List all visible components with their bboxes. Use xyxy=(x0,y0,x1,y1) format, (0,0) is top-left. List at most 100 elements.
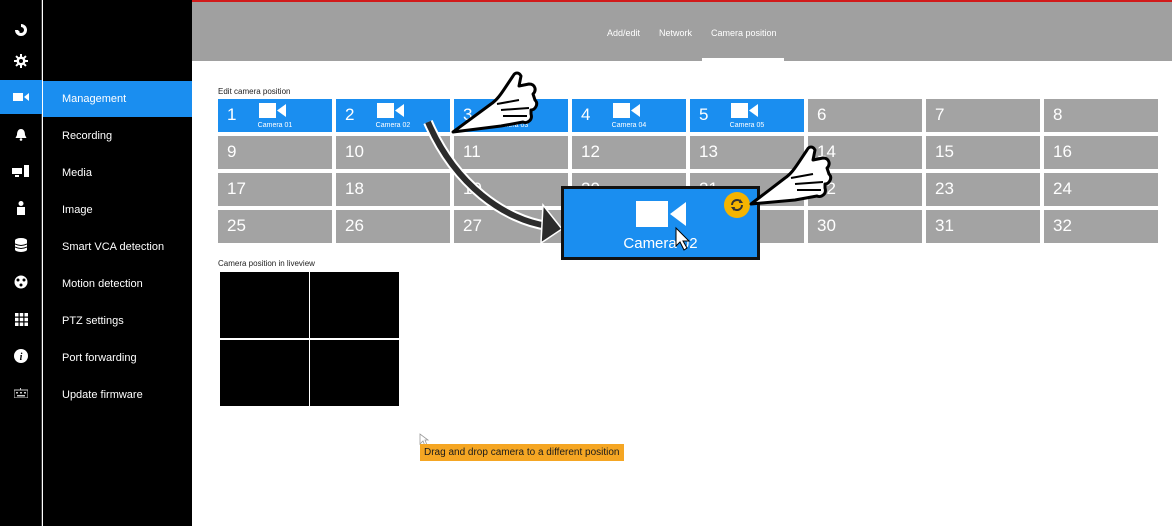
grid-cell-empty[interactable]: 31 xyxy=(926,210,1040,243)
tab-add-edit[interactable]: Add/edit xyxy=(607,28,640,38)
grid-cell-number: 24 xyxy=(1053,179,1072,198)
video-camera-icon[interactable] xyxy=(0,80,42,114)
liveview-tile[interactable] xyxy=(220,272,309,338)
grid-cell-empty[interactable]: 11 xyxy=(454,136,568,169)
menu-item-recording[interactable]: Recording xyxy=(43,118,192,154)
tab-network[interactable]: Network xyxy=(659,28,692,38)
menu-item-update-firmware[interactable]: Update firmware xyxy=(43,377,192,413)
dragged-camera-label: Camera 02 xyxy=(623,235,698,252)
menu-item-ptz-settings[interactable]: PTZ settings xyxy=(43,303,192,339)
edit-camera-position-label: Edit camera position xyxy=(218,87,291,96)
menu-item-smart-vca-detection[interactable]: Smart VCA detection xyxy=(43,229,192,265)
liveview-layout-preview xyxy=(218,270,400,407)
grid-cell-camera[interactable]: 1 Camera 01 xyxy=(218,99,332,132)
grid-cell-camera[interactable]: 3 Camera 03 xyxy=(454,99,568,132)
palette-icon[interactable] xyxy=(0,13,42,47)
network-icon[interactable] xyxy=(0,265,42,299)
grid-cell-number: 6 xyxy=(817,105,827,124)
keyboard-icon[interactable] xyxy=(0,376,42,410)
grid-cell-camera[interactable]: 2 Camera 02 xyxy=(336,99,450,132)
grid-cell-number: 19 xyxy=(463,179,482,198)
grid-cell-empty[interactable]: 23 xyxy=(926,173,1040,206)
settings-menu: Management Recording Media Image Smart V… xyxy=(43,0,192,526)
grid-cell-empty[interactable]: 24 xyxy=(1044,173,1158,206)
grid-cell-number: 9 xyxy=(227,142,237,161)
grid-cell-empty[interactable]: 25 xyxy=(218,210,332,243)
svg-text:i: i xyxy=(20,352,23,363)
grid-cell-camera[interactable]: 4 Camera 04 xyxy=(572,99,686,132)
info-icon[interactable]: i xyxy=(0,339,42,373)
grid-cell-number: 16 xyxy=(1053,142,1072,161)
grid-cell-camera-name: Camera 01 xyxy=(257,122,293,129)
grid-cell-empty[interactable]: 8 xyxy=(1044,99,1158,132)
grid-cell-number: 11 xyxy=(463,142,481,161)
grid-cell-empty[interactable]: 19 xyxy=(454,173,568,206)
gear-icon[interactable] xyxy=(0,44,42,78)
liveview-position-label: Camera position in liveview xyxy=(218,259,315,268)
menu-item-image[interactable]: Image xyxy=(43,192,192,228)
video-camera-icon xyxy=(731,103,758,118)
swap-button[interactable] xyxy=(724,192,750,218)
grid-cell-number: 32 xyxy=(1053,216,1072,235)
liveview-tile[interactable] xyxy=(220,340,309,406)
grid-cell-empty[interactable]: 16 xyxy=(1044,136,1158,169)
top-bar: Add/edit Network Camera position xyxy=(192,0,1172,61)
video-camera-icon xyxy=(495,103,522,118)
grid-cell-number: 10 xyxy=(345,142,364,161)
tab-bar: Add/edit Network Camera position xyxy=(192,0,1172,61)
grid-cell-empty[interactable]: 14 xyxy=(808,136,922,169)
grid-cell-number: 31 xyxy=(935,216,954,235)
menu-item-media[interactable]: Media xyxy=(43,155,192,191)
grid-cell-empty[interactable]: 9 xyxy=(218,136,332,169)
liveview-tile[interactable] xyxy=(310,340,399,406)
grid-cell-empty[interactable]: 7 xyxy=(926,99,1040,132)
grid-cell-number: 13 xyxy=(699,142,718,161)
grid-cell-number: 25 xyxy=(227,216,246,235)
grid-cell-number: 18 xyxy=(345,179,364,198)
grid-cell-empty[interactable]: 22 xyxy=(808,173,922,206)
grid-cell-empty[interactable]: 27 xyxy=(454,210,568,243)
database-icon[interactable] xyxy=(0,228,42,262)
person-icon[interactable] xyxy=(0,191,42,225)
grid-cell-empty[interactable]: 30 xyxy=(808,210,922,243)
grid-cell-empty[interactable]: 12 xyxy=(572,136,686,169)
grid-cell-empty[interactable]: 13 xyxy=(690,136,804,169)
refresh-icon xyxy=(731,199,743,211)
grid-cell-number: 27 xyxy=(463,216,482,235)
video-camera-icon xyxy=(636,201,686,227)
grid-cell-number: 22 xyxy=(817,179,836,198)
icon-rail: i xyxy=(0,0,42,526)
menu-item-port-forwarding[interactable]: Port forwarding xyxy=(43,340,192,376)
menu-item-management[interactable]: Management xyxy=(43,81,192,117)
grid-cell-camera-name: Camera 05 xyxy=(729,122,765,129)
grid-cell-empty[interactable]: 26 xyxy=(336,210,450,243)
grid-cell-number: 17 xyxy=(227,179,246,198)
grid-cell-number: 12 xyxy=(581,142,600,161)
grid-cell-number: 7 xyxy=(935,105,945,124)
grid-cell-camera-name: Camera 04 xyxy=(611,122,647,129)
grid-cell-empty[interactable]: 18 xyxy=(336,173,450,206)
monitor-devices-icon[interactable] xyxy=(0,154,42,188)
tab-camera-position[interactable]: Camera position xyxy=(711,28,777,38)
video-camera-icon xyxy=(613,103,640,118)
menu-item-motion-detection[interactable]: Motion detection xyxy=(43,266,192,302)
grid-cell-empty[interactable]: 10 xyxy=(336,136,450,169)
video-camera-icon xyxy=(259,103,286,118)
grid-cell-empty[interactable]: 6 xyxy=(808,99,922,132)
grid-cell-empty[interactable]: 32 xyxy=(1044,210,1158,243)
grid-cell-number: 30 xyxy=(817,216,836,235)
grid-cell-empty[interactable]: 17 xyxy=(218,173,332,206)
grid-cell-number: 8 xyxy=(1053,105,1063,124)
video-camera-icon xyxy=(377,103,404,118)
grid-cell-empty[interactable]: 15 xyxy=(926,136,1040,169)
grid-cell-number: 15 xyxy=(935,142,954,161)
active-tab-indicator xyxy=(702,58,784,61)
grid-cell-camera[interactable]: 5 Camera 05 xyxy=(690,99,804,132)
grid-cell-number: 26 xyxy=(345,216,364,235)
grid-cell-number: 23 xyxy=(935,179,954,198)
grid-cell-camera-name: Camera 03 xyxy=(493,122,529,129)
grid-icon[interactable] xyxy=(0,302,42,336)
liveview-tile[interactable] xyxy=(310,272,399,338)
bell-icon[interactable] xyxy=(0,117,42,151)
grid-cell-number: 14 xyxy=(817,142,836,161)
